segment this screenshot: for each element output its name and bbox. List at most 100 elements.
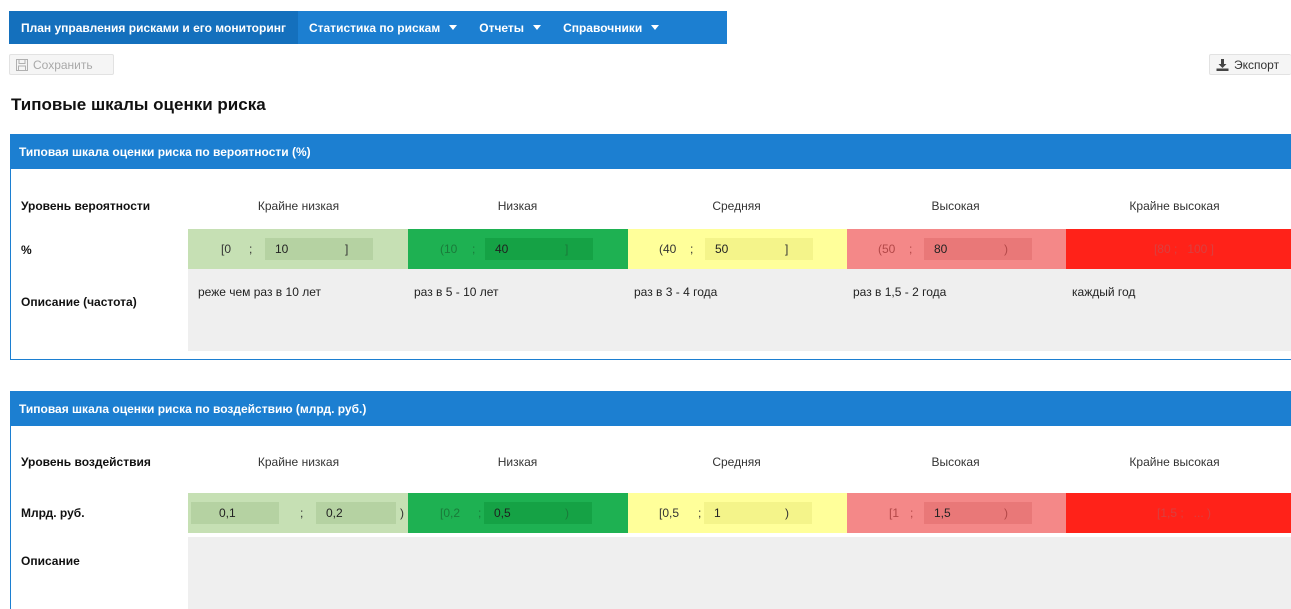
input-value: 0,1 bbox=[219, 506, 236, 520]
range-open: (10 bbox=[440, 242, 458, 256]
impact-upper-input[interactable]: 0,5 bbox=[484, 502, 592, 524]
impact-range-cell: [0,5 ; 1 ) bbox=[628, 493, 847, 533]
download-icon bbox=[1216, 58, 1229, 71]
description-area bbox=[188, 537, 1291, 609]
nav-item-label: Справочники bbox=[563, 20, 643, 35]
probability-range-cell: (10 ; 40 ] bbox=[408, 229, 628, 269]
nav-item-label: План управления рисками и его мониторинг bbox=[21, 20, 286, 35]
range-separator: ; bbox=[698, 506, 702, 520]
panel-header: Типовая шкала оценки риска по воздействи… bbox=[11, 392, 1291, 426]
range-open: [0,5 bbox=[659, 506, 680, 520]
chevron-down-icon bbox=[651, 25, 660, 30]
top-navigation: План управления рисками и его мониторинг… bbox=[9, 11, 727, 44]
export-button[interactable]: Экспорт bbox=[1209, 54, 1291, 75]
percent-row-label: % bbox=[21, 243, 32, 257]
nav-item-label: Отчеты bbox=[479, 20, 525, 35]
description-row-label: Описание bbox=[21, 554, 80, 568]
nav-item-risk-statistics[interactable]: Статистика по рискам bbox=[298, 11, 468, 44]
level-header: Низкая bbox=[497, 199, 538, 213]
level-header: Крайне высокая bbox=[1129, 455, 1220, 469]
level-header: Средняя bbox=[712, 455, 761, 469]
save-button-label: Сохранить bbox=[33, 57, 93, 72]
range-close: ) bbox=[785, 506, 789, 520]
nav-item-risk-plan[interactable]: План управления рисками и его мониторинг bbox=[9, 11, 298, 44]
probability-scale-panel: Типовая шкала оценки риска по вероятност… bbox=[10, 134, 1291, 360]
description-text: каждый год bbox=[1072, 285, 1136, 299]
level-header: Крайне низкая bbox=[257, 199, 340, 213]
save-button[interactable]: Сохранить bbox=[9, 54, 114, 75]
panel-header: Типовая шкала оценки риска по вероятност… bbox=[11, 135, 1291, 169]
probability-range-cell: [0 ; 10 ] bbox=[188, 229, 408, 269]
probability-upper-input[interactable]: 50 bbox=[705, 238, 813, 260]
probability-upper-input[interactable]: 40 bbox=[485, 238, 593, 260]
input-value: 1 bbox=[714, 506, 721, 520]
save-icon bbox=[16, 58, 28, 71]
input-value: 0,2 bbox=[326, 506, 343, 520]
billion-rub-row-label: Млрд. руб. bbox=[21, 506, 85, 520]
nav-item-reports[interactable]: Отчеты bbox=[468, 11, 552, 44]
impact-upper-input[interactable]: 0,2 bbox=[316, 502, 396, 524]
input-value: 10 bbox=[275, 242, 289, 256]
impact-scale-panel: Типовая шкала оценки риска по воздействи… bbox=[10, 391, 1291, 609]
impact-lower-input[interactable]: 0,1 bbox=[191, 502, 279, 524]
range-close: ] bbox=[565, 242, 569, 256]
chevron-down-icon bbox=[533, 25, 542, 30]
range-open: (50 bbox=[878, 242, 896, 256]
range-separator: ; bbox=[909, 242, 913, 256]
nav-item-directories[interactable]: Справочники bbox=[552, 11, 670, 44]
level-header: Низкая bbox=[497, 455, 538, 469]
impact-range-cell: [0,2 ; 0,5 ) bbox=[408, 493, 628, 533]
range-text: [1,5 ; ... ) bbox=[1156, 506, 1212, 520]
description-area bbox=[188, 269, 1291, 351]
export-button-label: Экспорт bbox=[1234, 57, 1280, 72]
range-open: [0 bbox=[221, 242, 232, 256]
range-text: [80 ; 100 ] bbox=[1153, 242, 1215, 256]
range-separator: ; bbox=[690, 242, 694, 256]
probability-range-cell: (50 ; 80 ) bbox=[847, 229, 1066, 269]
description-text: реже чем раз в 10 лет bbox=[198, 285, 321, 299]
range-close: ) bbox=[1004, 242, 1008, 256]
range-separator: ; bbox=[910, 506, 914, 520]
range-separator: ; bbox=[478, 506, 482, 520]
description-text: раз в 5 - 10 лет bbox=[414, 285, 499, 299]
range-separator: ; bbox=[249, 242, 253, 256]
level-header: Средняя bbox=[712, 199, 761, 213]
probability-range-cell: (40 ; 50 ] bbox=[628, 229, 847, 269]
probability-upper-input[interactable]: 10 bbox=[265, 238, 373, 260]
range-separator: ; bbox=[472, 242, 476, 256]
description-text: раз в 3 - 4 года bbox=[634, 285, 718, 299]
range-close: ) bbox=[565, 506, 569, 520]
range-separator: ; bbox=[300, 506, 304, 520]
level-header: Высокая bbox=[931, 199, 980, 213]
range-close: ] bbox=[345, 242, 349, 256]
description-row-label: Описание (частота) bbox=[21, 295, 137, 309]
nav-item-label: Статистика по рискам bbox=[308, 20, 441, 35]
page-title: Типовые шкалы оценки риска bbox=[11, 95, 266, 114]
impact-upper-input[interactable]: 1 bbox=[704, 502, 812, 524]
range-close: ] bbox=[785, 242, 789, 256]
range-open: [1 bbox=[889, 506, 900, 520]
level-header: Крайне низкая bbox=[257, 455, 340, 469]
input-value: 80 bbox=[934, 242, 948, 256]
impact-upper-input[interactable]: 1,5 bbox=[924, 502, 1032, 524]
panel-title: Типовая шкала оценки риска по вероятност… bbox=[19, 145, 311, 159]
probability-range-cell: [80 ; 100 ] bbox=[1066, 229, 1291, 269]
input-value: 1,5 bbox=[934, 506, 951, 520]
input-value: 40 bbox=[495, 242, 509, 256]
panel-title: Типовая шкала оценки риска по воздействи… bbox=[19, 402, 367, 416]
probability-level-label: Уровень вероятности bbox=[21, 199, 151, 213]
input-value: 0,5 bbox=[494, 506, 511, 520]
impact-range-cell: [1 ; 1,5 ) bbox=[847, 493, 1066, 533]
impact-range-cell: 0,1 ; 0,2 ) bbox=[188, 493, 408, 533]
chevron-down-icon bbox=[449, 25, 458, 30]
input-value: 50 bbox=[715, 242, 729, 256]
range-open: [0,2 bbox=[440, 506, 461, 520]
probability-upper-input[interactable]: 80 bbox=[924, 238, 1032, 260]
impact-range-cell: [1,5 ; ... ) bbox=[1066, 493, 1291, 533]
impact-level-label: Уровень воздействия bbox=[21, 455, 151, 469]
level-header: Высокая bbox=[931, 455, 980, 469]
range-open: (40 bbox=[659, 242, 677, 256]
range-close: ) bbox=[1004, 506, 1008, 520]
range-close: ) bbox=[400, 506, 404, 520]
level-header: Крайне высокая bbox=[1129, 199, 1220, 213]
